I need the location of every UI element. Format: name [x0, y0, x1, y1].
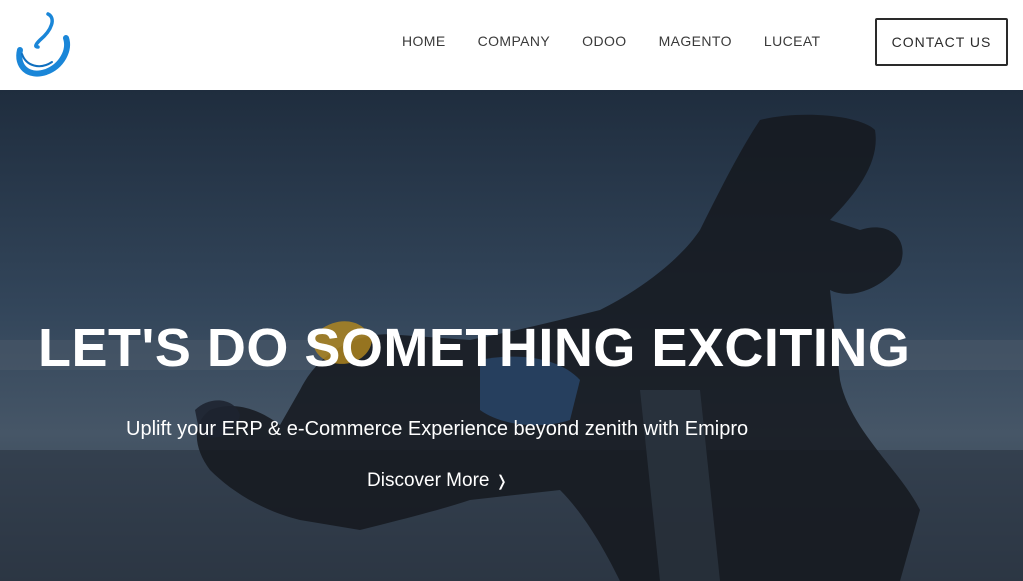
- nav-company[interactable]: COMPANY: [478, 31, 551, 51]
- emipro-logo-icon[interactable]: [12, 10, 74, 78]
- hero-banner: LET'S DO SOMETHING EXCITING Uplift your …: [0, 90, 1023, 581]
- contact-us-button[interactable]: CONTACT US: [875, 18, 1008, 66]
- hero-subtitle: Uplift your ERP & e-Commerce Experience …: [126, 418, 749, 440]
- main-nav: HOME COMPANY ODOO MAGENTO LUCEAT: [402, 30, 821, 52]
- nav-magento[interactable]: MAGENTO: [659, 31, 732, 51]
- site-header: HOME COMPANY ODOO MAGENTO LUCEAT CONTACT…: [0, 0, 1023, 90]
- hero-title: LET'S DO SOMETHING EXCITING: [38, 318, 911, 378]
- nav-home[interactable]: HOME: [402, 31, 446, 51]
- nav-odoo[interactable]: ODOO: [582, 31, 626, 51]
- discover-more-link[interactable]: Discover More ❭: [367, 470, 508, 492]
- nav-luceat[interactable]: LUCEAT: [764, 31, 821, 51]
- discover-more-label: Discover More: [367, 470, 490, 491]
- chevron-right-icon: ❭: [495, 473, 509, 490]
